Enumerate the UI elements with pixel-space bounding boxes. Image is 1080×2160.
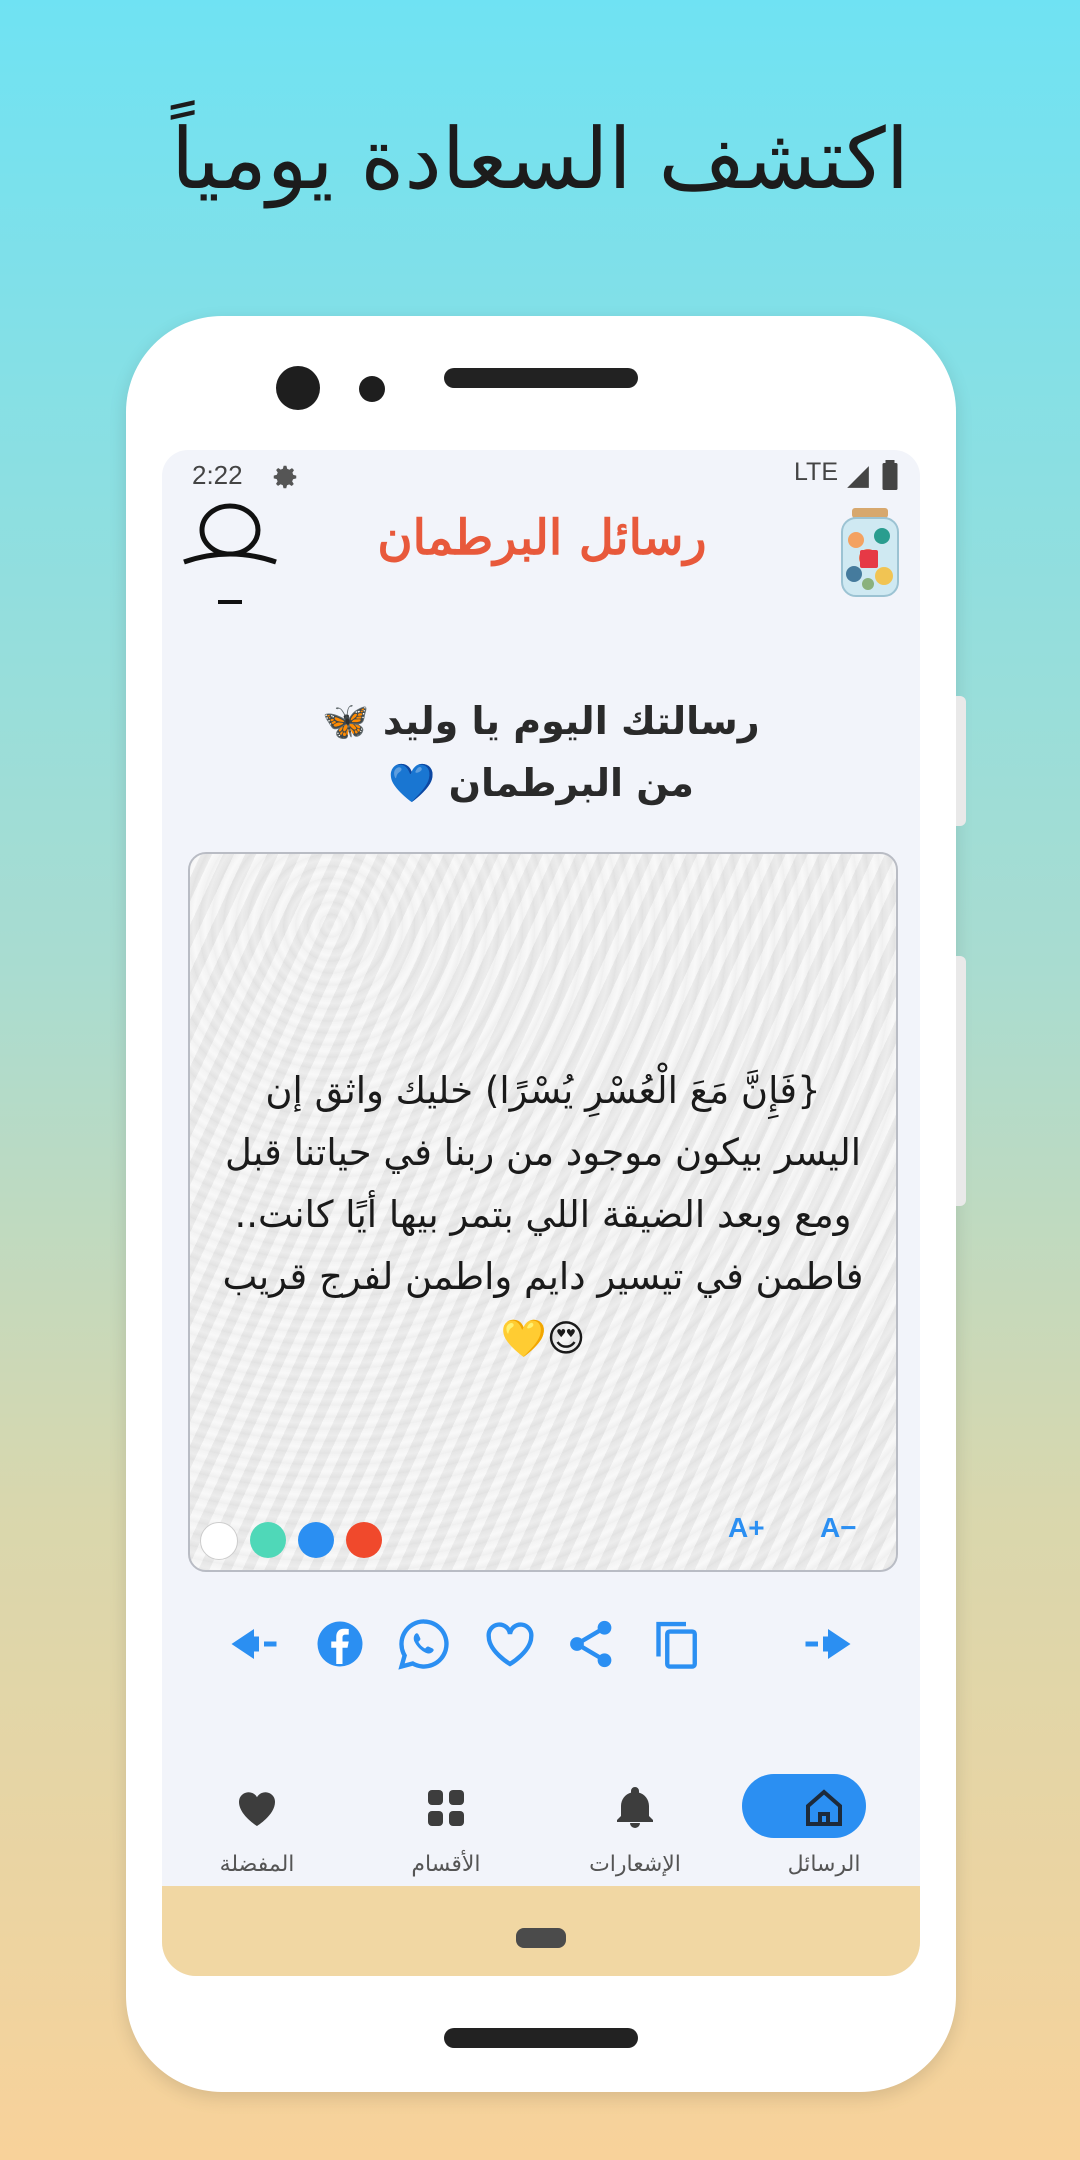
app-screen: 2:22 LTE رسائل البرطمان رسالتك اليوم يا …: [162, 450, 920, 1976]
color-option-teal[interactable]: [250, 1522, 286, 1558]
greeting-line-2: من البرطمان 💙: [388, 761, 694, 805]
user-avatar-icon[interactable]: [180, 500, 280, 610]
heart-icon[interactable]: [480, 1614, 540, 1674]
signal-icon: [847, 466, 869, 488]
daily-greeting: رسالتك اليوم يا وليد 🦋 من البرطمان 💙: [162, 690, 920, 814]
front-sensor: [359, 376, 385, 402]
copy-icon[interactable]: [646, 1614, 706, 1674]
network-type: LTE: [794, 458, 838, 486]
greeting-line-1: رسالتك اليوم يا وليد 🦋: [322, 699, 760, 743]
app-title: رسائل البرطمان: [377, 510, 707, 566]
gear-icon: [273, 465, 297, 489]
color-option-red[interactable]: [346, 1522, 382, 1558]
status-time: 2:22: [192, 460, 243, 490]
nav-label-sections: الأقسام: [411, 1852, 481, 1877]
heart-filled-icon: [238, 1792, 276, 1826]
action-bar: [162, 1614, 920, 1674]
nav-label-notifications: الإشعارات: [589, 1852, 681, 1877]
bottom-speaker: [444, 2028, 638, 2048]
phone-side-button: [956, 956, 966, 1206]
front-camera: [276, 366, 320, 410]
color-picker: [200, 1522, 382, 1560]
earpiece-speaker: [444, 368, 638, 388]
previous-icon[interactable]: [224, 1614, 284, 1674]
home-gesture-handle[interactable]: [516, 1928, 566, 1948]
grid-icon: [428, 1790, 464, 1826]
color-option-blue[interactable]: [298, 1522, 334, 1558]
nav-item-favorites[interactable]: المفضلة: [162, 1774, 352, 1884]
phone-side-button: [956, 696, 966, 826]
battery-icon: [882, 460, 898, 490]
share-icon[interactable]: [562, 1614, 622, 1674]
font-increase-button[interactable]: A+: [728, 1512, 765, 1544]
next-icon[interactable]: [798, 1614, 858, 1674]
nav-item-sections[interactable]: الأقسام: [351, 1774, 541, 1884]
font-decrease-button[interactable]: A−: [820, 1512, 857, 1544]
jar-logo-icon: [841, 508, 899, 597]
bell-icon: [617, 1787, 653, 1828]
facebook-icon[interactable]: [310, 1614, 370, 1674]
promo-headline: اكتشف السعادة يومياً: [170, 110, 910, 208]
system-navigation-bar: [162, 1886, 920, 1976]
bottom-navigation: المفضلة الأقسام الإشعارات الرسائل: [162, 1774, 920, 1884]
nav-label-favorites: المفضلة: [219, 1852, 295, 1877]
message-text: {فَإِنَّ مَعَ الْعُسْرِ يُسْرًا) خليك وا…: [222, 1069, 864, 1360]
home-icon: [806, 1789, 842, 1826]
message-card: {فَإِنَّ مَعَ الْعُسْرِ يُسْرًا) خليك وا…: [188, 852, 898, 1572]
nav-item-notifications[interactable]: الإشعارات: [540, 1774, 730, 1884]
nav-item-messages[interactable]: الرسائل: [729, 1774, 919, 1884]
whatsapp-icon[interactable]: [394, 1614, 454, 1674]
phone-frame: 2:22 LTE رسائل البرطمان رسالتك اليوم يا …: [126, 316, 966, 2092]
status-bar: 2:22 LTE: [162, 450, 920, 506]
color-option-white[interactable]: [200, 1522, 238, 1560]
nav-label-messages: الرسائل: [787, 1852, 861, 1877]
